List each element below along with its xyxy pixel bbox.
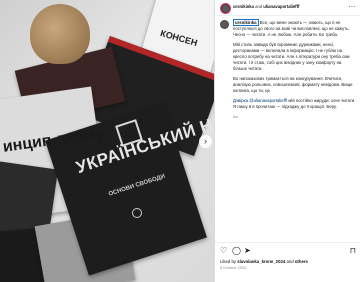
coauthor-username[interactable]: ulianavaportaliefff	[263, 4, 299, 9]
caption-paragraph-3: Во напоказових тримається на конкуруванн…	[233, 76, 353, 93]
liked-by-user[interactable]: slavolanka_krone_2024	[237, 259, 285, 264]
heart-icon[interactable]: ♡	[220, 246, 227, 255]
author-username[interactable]: ursnikinka	[233, 4, 254, 9]
post-photo[interactable]: УКРАЇНСЬКИЙ НАЦІОНАЛІЗМ ОСНОВИ СВОБОДИ и…	[0, 0, 214, 282]
chevron-right-icon[interactable]: ›	[199, 135, 212, 148]
bookmark-icon[interactable]: ⊓	[350, 246, 356, 255]
action-icons: ♡ ◯ ➤ ⊓	[220, 246, 356, 255]
caption-username[interactable]: ursnikinka	[233, 19, 259, 26]
liked-and-label: and	[286, 259, 294, 264]
caption-avatar[interactable]	[220, 20, 229, 29]
post-actions: ♡ ◯ ➤ ⊓ Liked by slavolanka_krone_2024 a…	[215, 242, 360, 282]
more-options-icon[interactable]: ···	[348, 2, 356, 11]
post-date: 8 October 2023	[220, 266, 247, 270]
likes-summary: Liked by slavolanka_krone_2024 and other…	[220, 259, 308, 264]
caption-mention[interactable]: Дзвірка @ulianavaportaliefff	[233, 98, 287, 103]
send-icon[interactable]: ➤	[244, 246, 251, 255]
post-authors: ursnikinka and ulianavaportaliefff	[233, 4, 299, 9]
book-logo	[132, 208, 142, 218]
and-text: and	[255, 4, 263, 9]
liked-by-label: Liked by	[220, 259, 237, 264]
plush-toy	[30, 4, 90, 64]
liked-others-link[interactable]: others	[295, 259, 308, 264]
post-header: ursnikinka and ulianavaportaliefff ···	[215, 0, 360, 16]
author-avatar[interactable]	[220, 3, 231, 14]
caption-time: 6w	[233, 114, 239, 119]
post-caption: ursnikinka Все, що мене знають — знають,…	[220, 19, 356, 120]
caption-paragraph-2: Мій стиль завжди був скромним: дурниками…	[233, 42, 350, 71]
post-details-panel: ursnikinka and ulianavaportaliefff ··· u…	[214, 0, 360, 282]
comment-icon[interactable]: ◯	[232, 246, 241, 255]
